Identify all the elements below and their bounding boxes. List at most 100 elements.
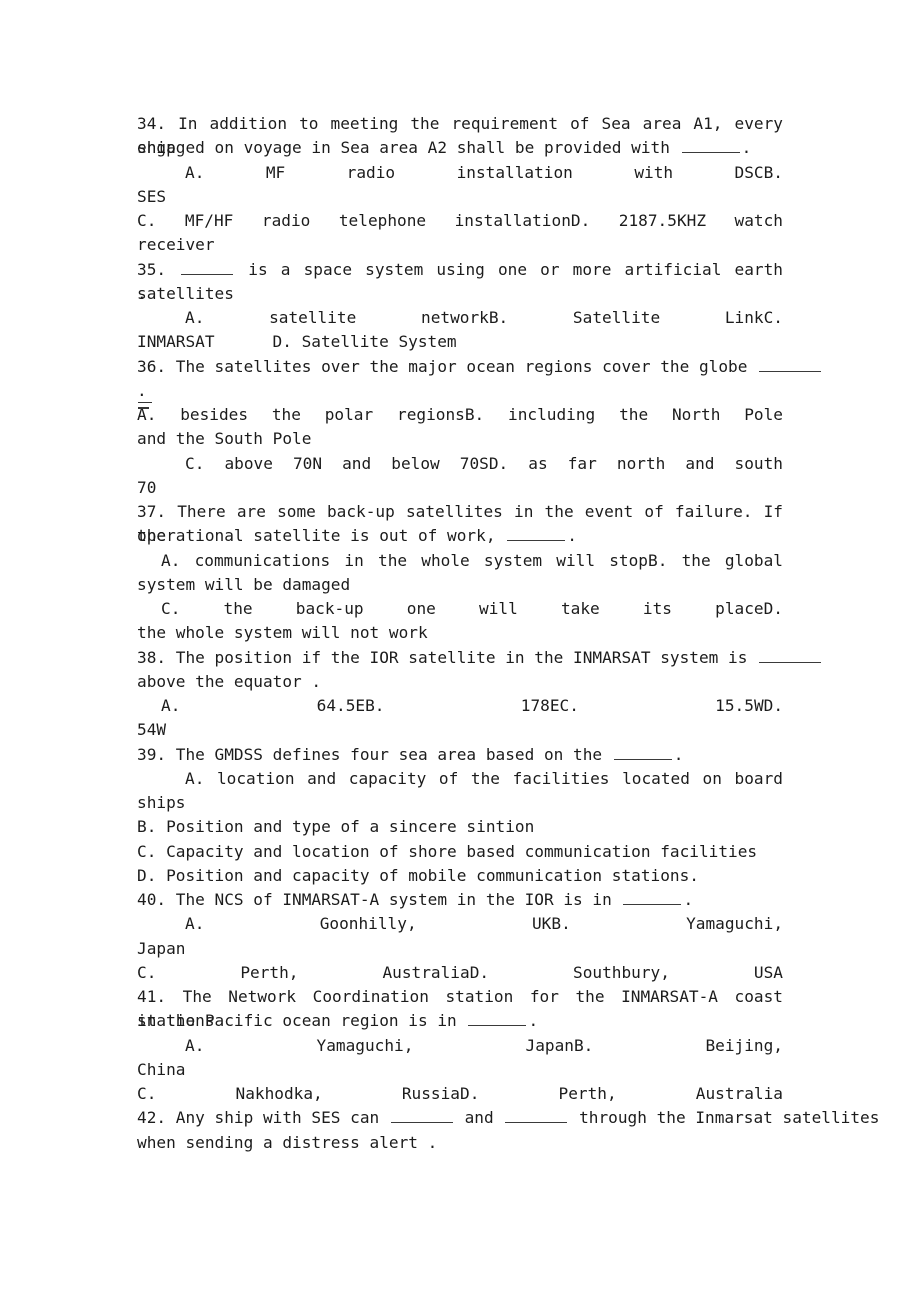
line-text: Japan xyxy=(137,938,186,958)
option-label-c: C. 15.5W xyxy=(559,696,764,715)
line-text: engaged on voyage in Sea area A2 shall b… xyxy=(137,138,680,158)
option-label-a: A. besides the polar regions xyxy=(137,405,465,424)
text-line: and the South Pole xyxy=(137,427,783,451)
text-line: A. Goonhilly, UKB. Yamaguchi, xyxy=(137,912,783,936)
fill-in-blank xyxy=(181,259,234,275)
text-line: engaged on voyage in Sea area A2 shall b… xyxy=(137,136,783,160)
option-label-b: B. including the North Pole xyxy=(464,405,783,424)
line-text: 70 xyxy=(137,477,157,497)
fill-in-blank xyxy=(759,356,822,372)
text-line: Japan xyxy=(137,937,783,961)
line-text: SES xyxy=(137,186,167,206)
text-line: INMARSAT D. Satellite System xyxy=(137,330,783,354)
line-text: . xyxy=(137,283,147,303)
option-label-a: A. location and capacity of the faciliti… xyxy=(185,768,783,788)
option-label-c: C. above 70N and below 70S xyxy=(185,453,489,473)
line-text: receiver xyxy=(137,235,215,255)
line-text: ships xyxy=(137,793,186,812)
option-label-a: A. 64.5E xyxy=(161,696,366,715)
fill-in-blank xyxy=(759,647,822,663)
text-line: A. MF radio installation with DSCB. xyxy=(137,161,783,185)
text-line: SES xyxy=(137,185,783,209)
option-label-c: C. Capacity and location of shore based … xyxy=(137,841,758,861)
option-label-b: B. 178E xyxy=(365,696,560,715)
line-text: system will be damaged xyxy=(137,574,351,594)
line-text: when sending a distress alert . xyxy=(137,1132,438,1152)
option-label-c: C. the back-up one will take its place xyxy=(161,599,764,618)
text-line: when sending a distress alert . xyxy=(137,1131,783,1155)
line-text: 36. The satellites over the major ocean … xyxy=(137,356,758,376)
line-text-tail: . xyxy=(741,138,752,158)
line-text: INMARSAT xyxy=(137,332,215,352)
scan-artifact-mark xyxy=(138,400,154,414)
artifact-bar-lower xyxy=(138,407,149,409)
option-label-a: A. Goonhilly, UK xyxy=(185,914,552,934)
option-label-d: D. Position and capacity of mobile commu… xyxy=(137,865,699,885)
text-line: 38. The position if the IOR satellite in… xyxy=(137,646,822,670)
line-text: China xyxy=(137,1059,186,1079)
line-text-tail: . xyxy=(567,526,577,546)
document-page: 34. In addition to meeting the requireme… xyxy=(0,0,920,1302)
option-label-c: C. xyxy=(763,308,783,327)
text-line: 36. The satellites over the major ocean … xyxy=(137,355,822,379)
option-label-c: C. Nakhodka, Russia xyxy=(137,1084,460,1103)
line-text: . xyxy=(137,380,147,400)
text-line: . xyxy=(137,379,783,403)
text-line: the whole system will not work xyxy=(137,621,783,645)
text-line: B. Position and type of a sincere sintio… xyxy=(137,815,783,839)
text-line: A. location and capacity of the faciliti… xyxy=(137,767,783,791)
line-text: the whole system will not work xyxy=(137,623,428,643)
option-label-d: D. xyxy=(763,696,784,715)
text-line: A. satellite networkB. Satellite LinkC. xyxy=(137,306,783,330)
option-label-b: B. Satellite Link xyxy=(488,308,764,327)
option-label-a: A. MF radio installation with DSC xyxy=(185,162,764,182)
line-text: above the equator . xyxy=(137,671,322,691)
text-line: 41. The Network Coordination station for… xyxy=(137,985,783,1030)
fill-in-blank xyxy=(623,889,682,905)
text-line: C. Capacity and location of shore based … xyxy=(137,840,783,864)
option-label-d: D. Southbury, USA xyxy=(469,962,783,982)
text-line: system will be damaged xyxy=(137,573,783,597)
text-line: A. besides the polar regionsB. including… xyxy=(137,403,783,427)
line-text: 40. The NCS of INMARSAT-A system in the … xyxy=(137,890,622,909)
option-label-d: D. as far north and south xyxy=(488,453,783,473)
text-line: 34. In addition to meeting the requireme… xyxy=(137,112,783,157)
text-line: 42. Any ship with SES can and through th… xyxy=(137,1106,879,1130)
text-line: A. 64.5EB. 178EC. 15.5WD. xyxy=(137,694,783,718)
fill-in-blank xyxy=(390,1107,453,1124)
text-line: A. Yamaguchi, JapanB. Beijing, xyxy=(137,1034,783,1058)
text-line: C. MF/HF radio telephone installationD. … xyxy=(137,209,783,233)
line-text: 54W xyxy=(137,720,167,740)
text-line: operational satellite is out of work, . xyxy=(137,524,783,548)
line-text-tail: . xyxy=(683,890,694,909)
line-text-tail: . xyxy=(673,744,684,764)
text-line: C. the back-up one will take its placeD. xyxy=(137,597,783,621)
option-label-b: B. Yamaguchi, xyxy=(551,914,784,934)
line-text: 42. Any ship with SES can xyxy=(137,1108,389,1128)
text-line: 39. The GMDSS defines four sea area base… xyxy=(137,743,783,767)
fill-in-blank xyxy=(505,1107,568,1124)
text-line: C. Perth, AustraliaD. Southbury, USA xyxy=(137,961,783,985)
fill-in-blank xyxy=(613,744,672,760)
option-label-a: A. Yamaguchi, Japan xyxy=(185,1035,574,1055)
artifact-bar-upper xyxy=(138,402,152,404)
option-label-b: B. xyxy=(763,162,783,182)
text-line: D. Position and capacity of mobile commu… xyxy=(137,864,783,888)
line-text: through the Inmarsat satellites xyxy=(569,1108,880,1128)
option-label-d: D. xyxy=(763,599,783,618)
fill-in-blank xyxy=(507,525,566,542)
option-label-b: B. Position and type of a sincere sintio… xyxy=(137,817,535,837)
text-line: A. communications in the whole system wi… xyxy=(137,549,783,573)
text-line: receiver xyxy=(137,233,783,257)
line-text: 38. The position if the IOR satellite in… xyxy=(137,647,758,667)
text-line: 40. The NCS of INMARSAT-A system in the … xyxy=(137,888,783,912)
fill-in-blank xyxy=(681,137,740,154)
text-line: above the equator . xyxy=(137,670,783,694)
line-text: and the South Pole xyxy=(137,429,312,449)
text-line: China xyxy=(137,1058,783,1082)
document-text-body: 34. In addition to meeting the requireme… xyxy=(137,112,879,1155)
line-text: in the Pacific ocean region is in xyxy=(137,1011,467,1031)
option-label-a: A. communications in the whole system wi… xyxy=(161,550,648,570)
option-label-a: A. satellite network xyxy=(185,308,489,327)
line-text: and xyxy=(454,1108,504,1128)
